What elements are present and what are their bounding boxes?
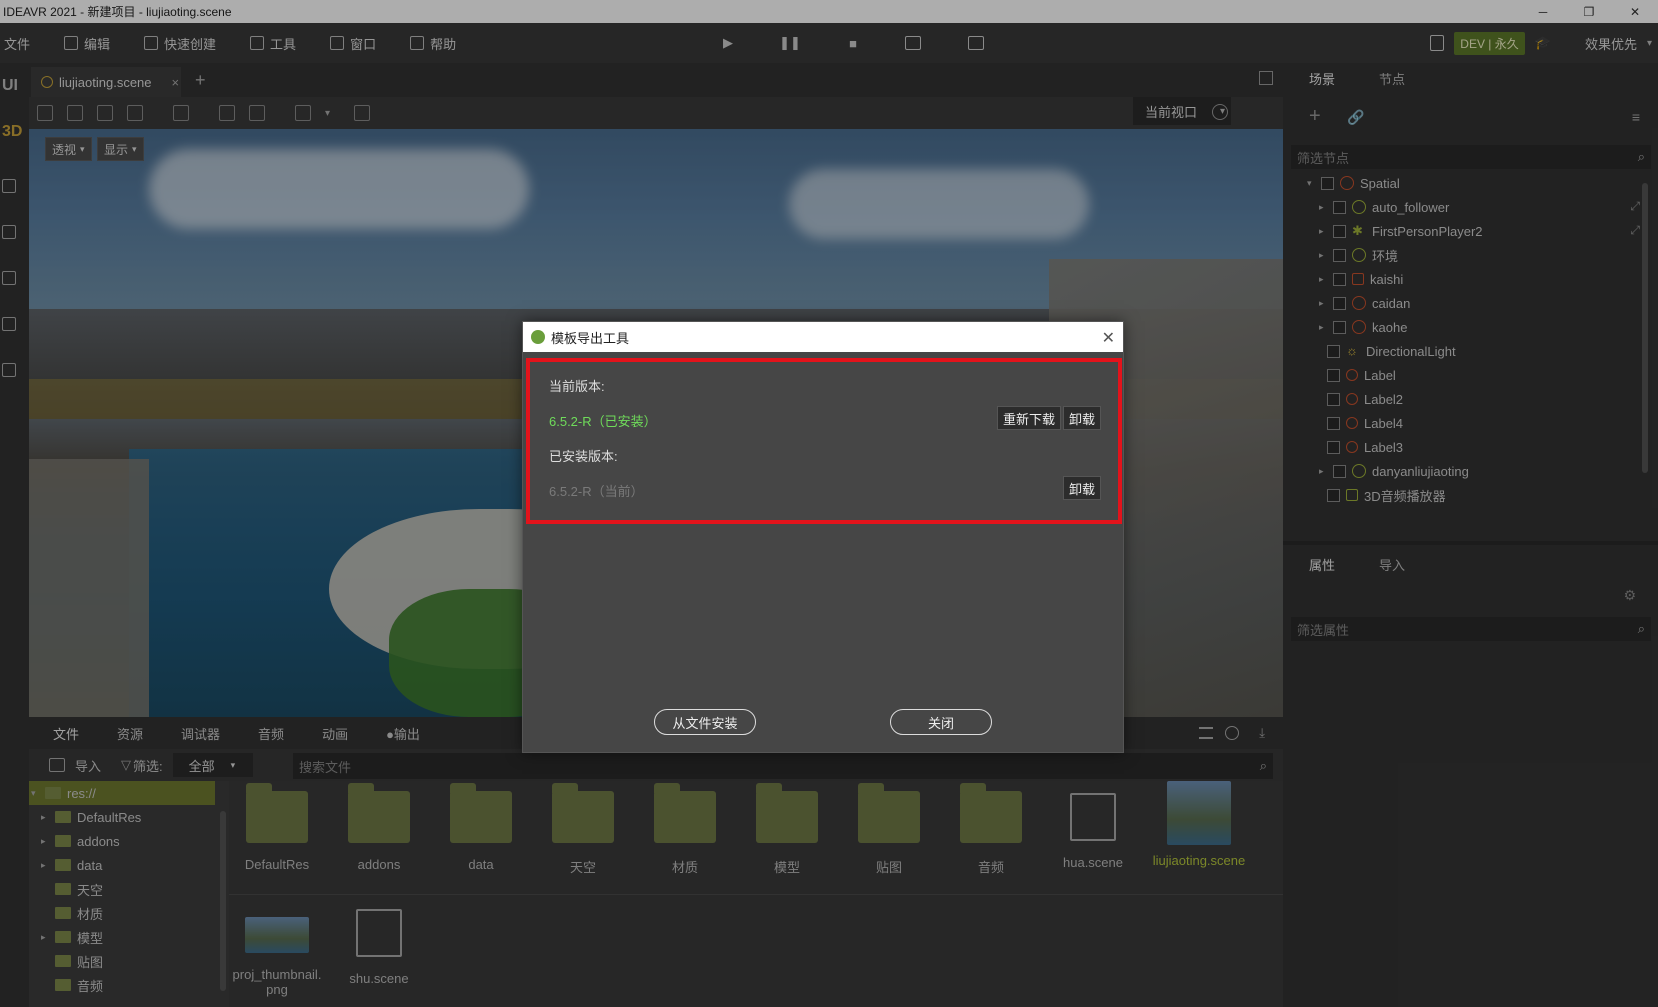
uninstall-installed-button[interactable]: 卸载 <box>1063 476 1101 500</box>
installed-versions-label: 已安装版本: <box>549 449 618 464</box>
template-export-dialog: 模板导出工具 ✕ 当前版本: 6.5.2-R（已安装） 重新下载 卸载 已安装版… <box>522 321 1124 753</box>
dialog-title: 模板导出工具 <box>551 330 630 346</box>
install-from-file-button[interactable]: 从文件安装 <box>654 709 756 735</box>
uninstall-button[interactable]: 卸载 <box>1063 406 1101 430</box>
installed-version-value: 6.5.2-R（当前） <box>549 484 644 499</box>
app-icon <box>531 330 545 344</box>
dialog-title-bar: 模板导出工具 ✕ <box>523 322 1123 352</box>
close-icon[interactable]: ✕ <box>1102 328 1115 348</box>
current-version-value: 6.5.2-R（已安装） <box>549 414 657 429</box>
current-version-label: 当前版本: <box>549 379 605 394</box>
redownload-button[interactable]: 重新下载 <box>997 406 1061 430</box>
close-button[interactable]: 关闭 <box>890 709 992 735</box>
